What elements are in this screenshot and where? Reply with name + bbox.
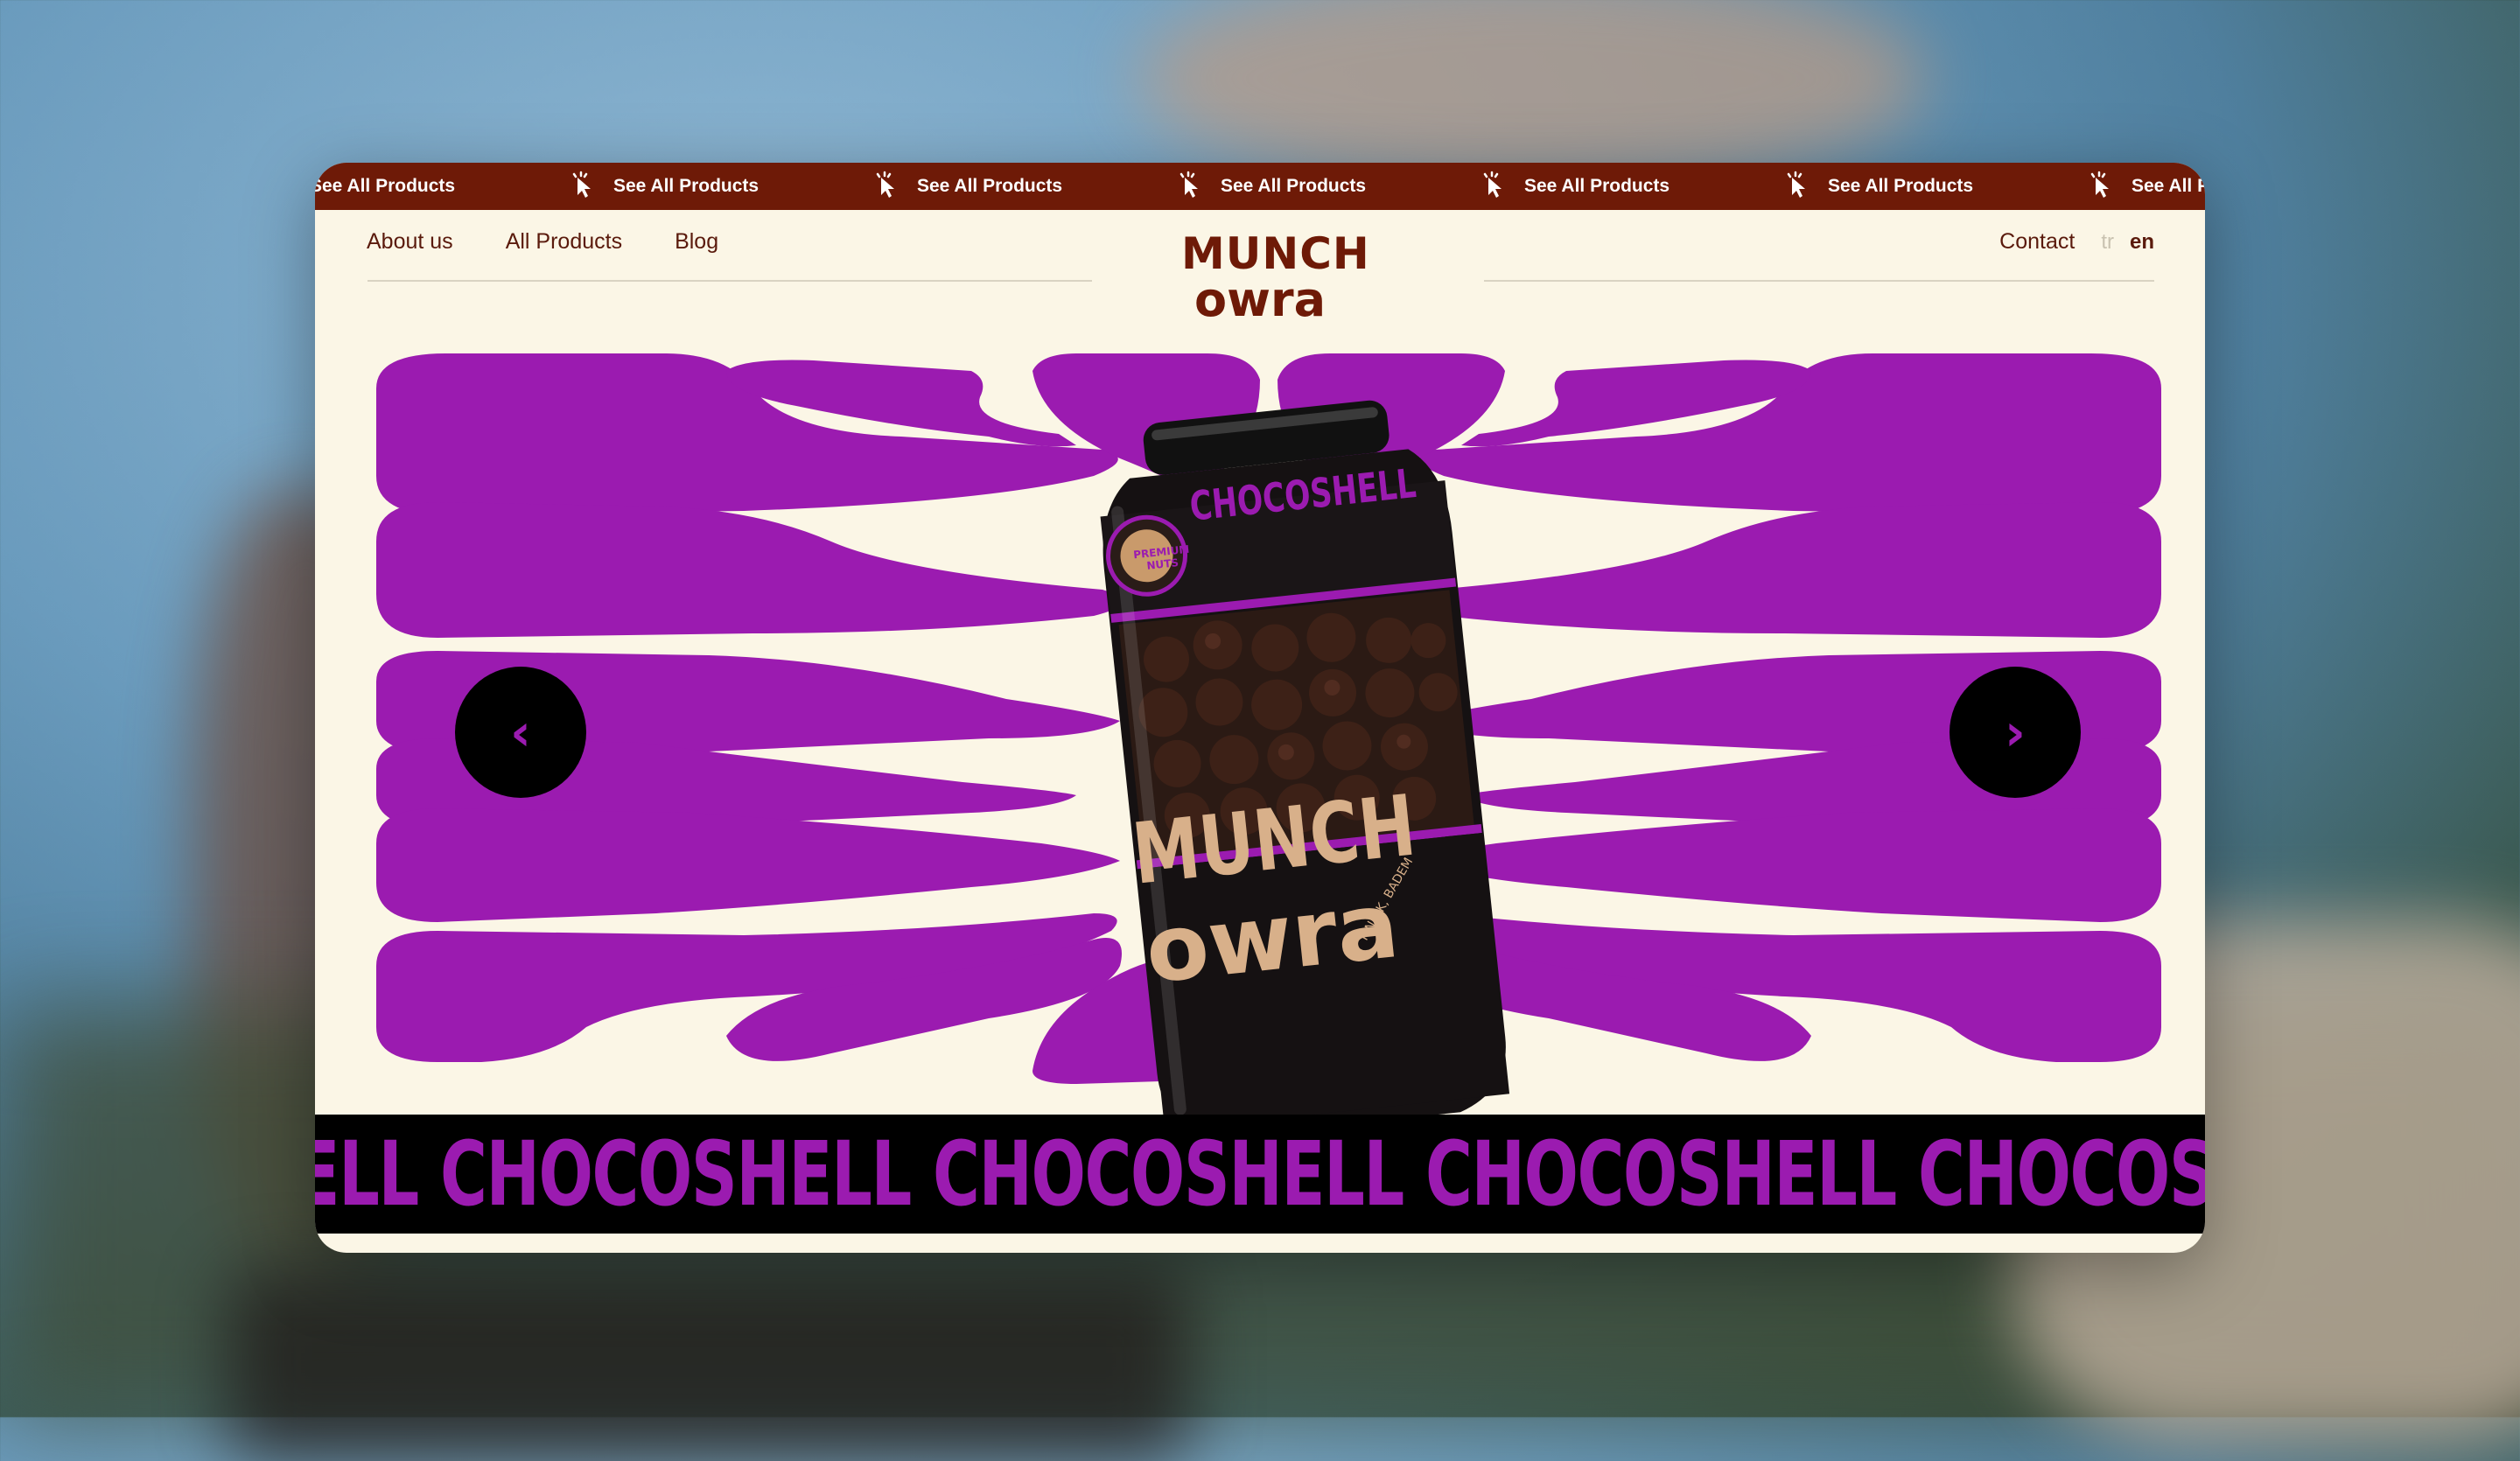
language-switcher: tr en [2101, 230, 2154, 255]
pointer-click-icon [1180, 171, 1199, 198]
lang-en[interactable]: en [2130, 230, 2154, 255]
ticker-label: See All Products [1524, 176, 1670, 196]
pointer-click-icon [2090, 171, 2110, 198]
chevron-left-icon: ‹ [510, 703, 531, 762]
ticker-item[interactable]: See All Products [917, 169, 1221, 204]
ticker-item[interactable]: See All Products [1221, 169, 1524, 204]
lang-tr[interactable]: tr [2101, 230, 2114, 255]
ticker-item[interactable]: See All Products [1524, 169, 1828, 204]
main-nav: About us All Products Blog [367, 229, 718, 255]
ticker-item[interactable]: See All Products [2132, 169, 2205, 204]
ticker-track: See All Products See All Products See All … [315, 163, 2205, 210]
pointer-click-icon [1483, 171, 1502, 198]
marquee-word: CHOCOSHELL [1918, 1122, 2205, 1227]
background-blur [228, 1269, 1190, 1461]
top-ticker: See All Products See All Products See All … [315, 163, 2205, 210]
chevron-right-icon: › [2005, 703, 2026, 762]
nav-divider-right [1484, 280, 2154, 282]
nav-about-us[interactable]: About us [367, 229, 453, 255]
logo-bottom-text: owra [1194, 272, 1326, 327]
brand-logo[interactable]: MUNCH owra [1181, 228, 1370, 327]
ticker-label: See All Products [315, 176, 456, 196]
ticker-label: See All Products [2132, 176, 2205, 196]
pointer-click-icon [572, 171, 592, 198]
carousel-prev-button[interactable]: ‹ [455, 667, 586, 798]
ticker-item[interactable]: See All Products [315, 169, 613, 204]
website-window: See All Products See All Products See All … [315, 163, 2205, 1253]
pointer-click-icon [1787, 171, 1806, 198]
marquee-word: CHOCOSHELL [933, 1122, 1404, 1227]
ticker-label: See All Products [1221, 176, 1367, 196]
nav-all-products[interactable]: All Products [506, 229, 622, 255]
nav-divider-left [368, 280, 1092, 282]
ticker-item[interactable]: See All Products [613, 169, 917, 204]
marquee-word: CHOCOSHELL [1425, 1122, 1897, 1227]
nav-right: Contact tr en [1999, 229, 2154, 255]
logo-top-text: MUNCH [1181, 228, 1370, 279]
ticker-label: See All Products [1828, 176, 1974, 196]
carousel-next-button[interactable]: › [1950, 667, 2081, 798]
nav-contact[interactable]: Contact [1999, 229, 2075, 255]
marquee-word: CHOCOSHELL [440, 1122, 912, 1227]
pointer-click-icon [876, 171, 895, 198]
nav-blog[interactable]: Blog [675, 229, 718, 255]
ticker-label: See All Products [613, 176, 760, 196]
ticker-label: See All Products [917, 176, 1063, 196]
marquee-track: CHOCOSHELLCHOCOSHELLCHOCOSHELLCHOCOSHELL… [315, 1115, 2205, 1234]
product-name-marquee: CHOCOSHELLCHOCOSHELLCHOCOSHELLCHOCOSHELL… [315, 1115, 2205, 1234]
ticker-item[interactable]: See All Products [1828, 169, 2132, 204]
